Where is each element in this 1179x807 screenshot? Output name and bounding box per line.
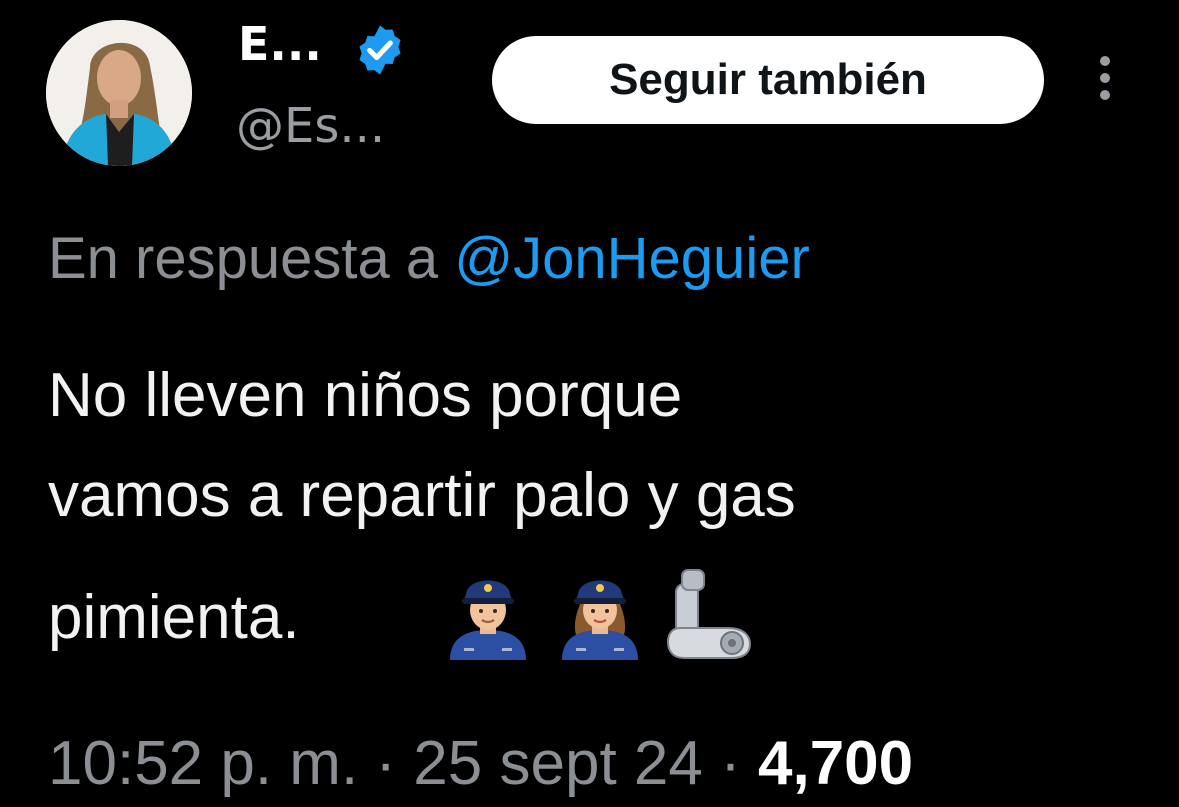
reply-mention-link[interactable]: @JonHeguier: [454, 226, 810, 291]
avatar[interactable]: [46, 20, 192, 166]
more-vertical-icon[interactable]: [1096, 56, 1114, 104]
tweet-card: E... @Es... Seguir también En respuesta …: [0, 0, 1179, 807]
tweet-meta: 10:52 p. m. · 25 sept 24 · 4,700: [48, 724, 913, 804]
verified-badge-icon: [359, 25, 401, 75]
tweet-text-line-3: pimienta.: [48, 583, 300, 652]
police-officer-man-icon: [450, 580, 526, 660]
mechanical-arm-icon: [666, 569, 752, 659]
view-count: 4,700: [757, 729, 914, 798]
tweet-date[interactable]: 25 sept 24: [413, 729, 703, 798]
follow-button[interactable]: Seguir también: [492, 36, 1044, 124]
meta-separator: ·: [358, 729, 414, 798]
reply-prefix: En respuesta a: [48, 226, 439, 291]
tweet-text-line-1: No lleven niños porque: [48, 361, 683, 430]
reply-context: En respuesta a @JonHeguier: [48, 224, 810, 294]
display-name[interactable]: E...: [238, 14, 322, 74]
tweet-time[interactable]: 10:52 p. m.: [48, 729, 358, 798]
avatar-photo: [46, 20, 192, 166]
meta-separator: ·: [702, 729, 758, 798]
handle[interactable]: @Es...: [236, 96, 385, 156]
tweet-text-line-2: vamos a repartir palo y gas: [48, 461, 796, 530]
police-officer-woman-icon: [562, 580, 638, 660]
